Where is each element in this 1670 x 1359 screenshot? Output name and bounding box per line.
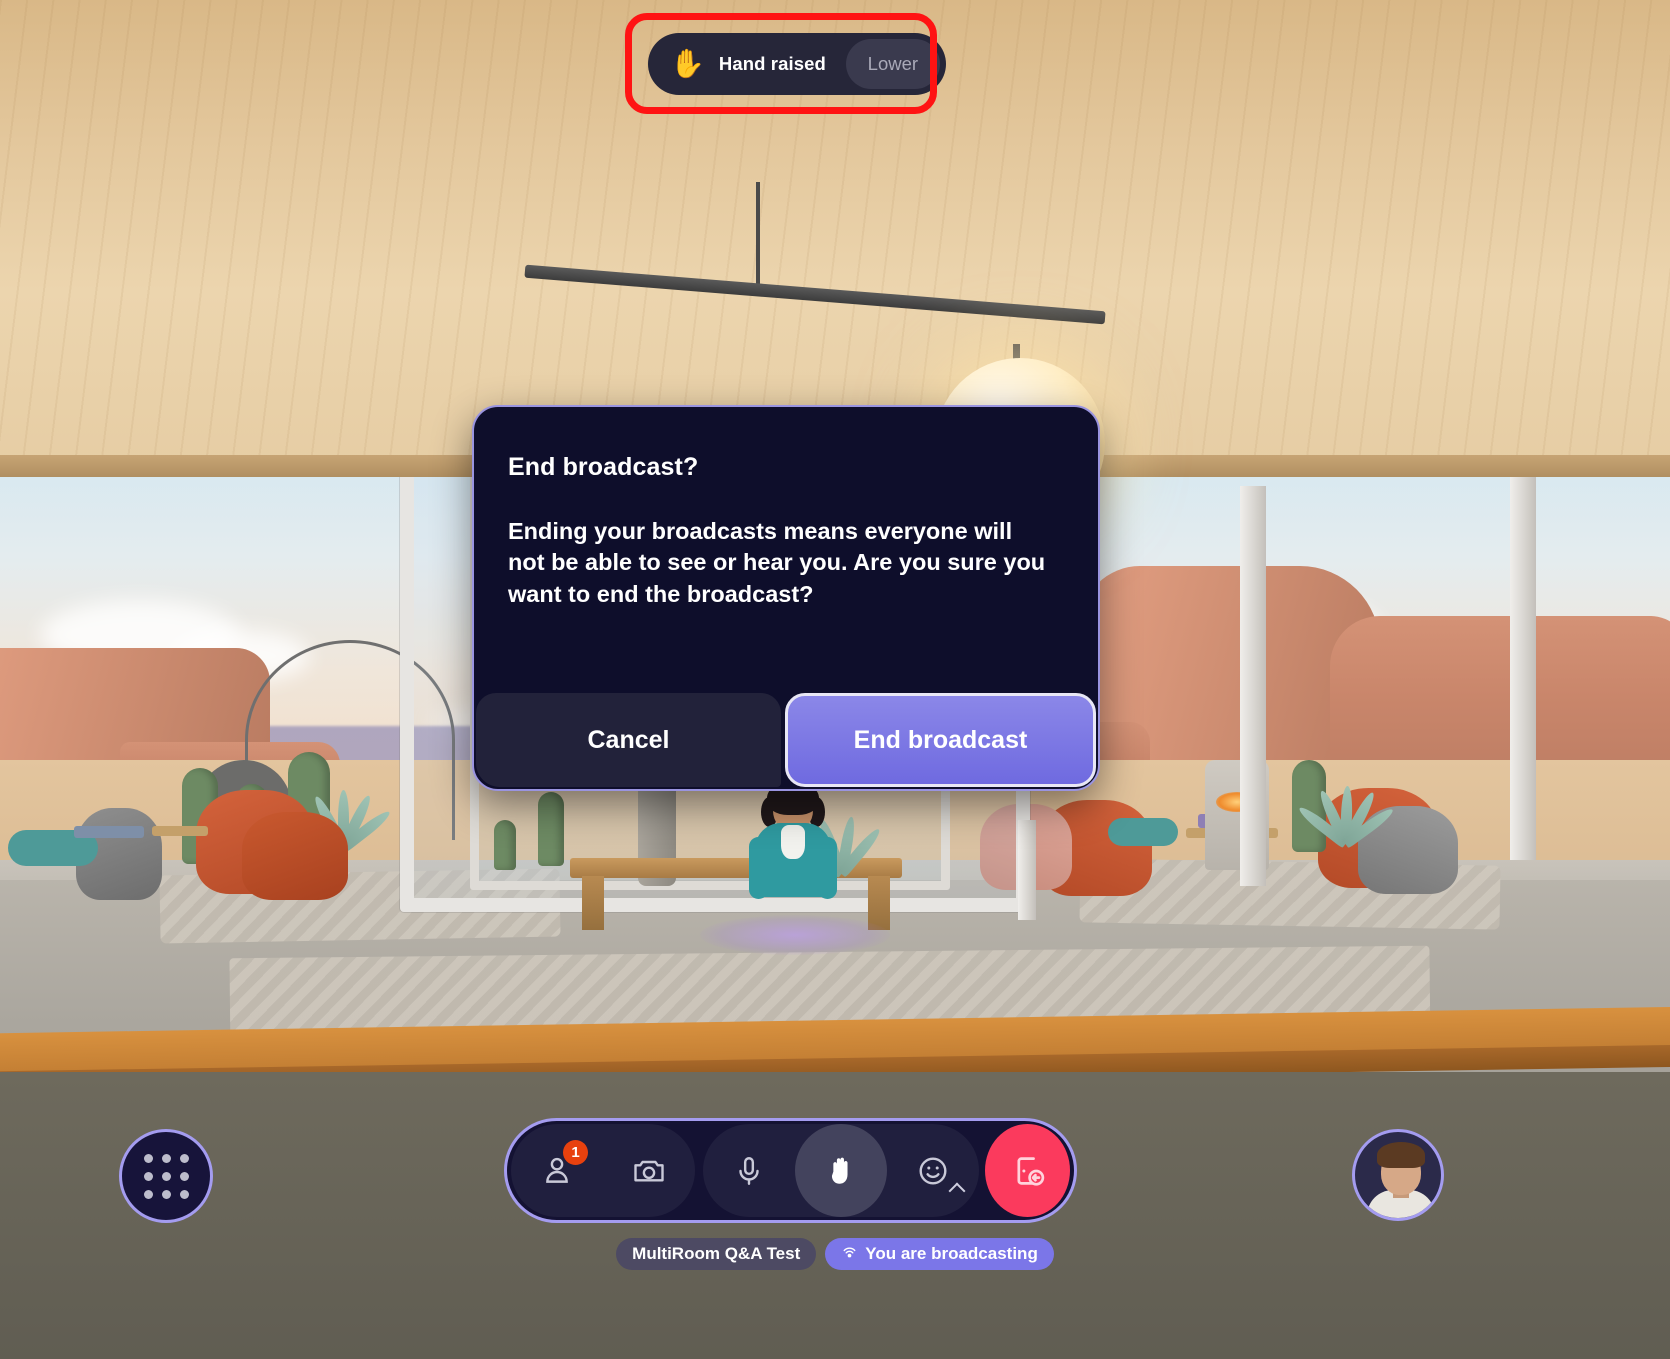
toolbar-group-presence [703,1124,980,1217]
ottoman [1108,818,1178,846]
camera-button[interactable] [603,1124,695,1217]
side-table [152,826,208,836]
microphone-icon [739,1156,759,1185]
reactions-button[interactable] [887,1124,979,1217]
cactus [494,820,516,870]
smiley-face-icon [919,1157,947,1184]
end-broadcast-dialog: End broadcast? Ending your broadcasts me… [472,405,1100,791]
lower-hand-button[interactable]: Lower [845,39,940,89]
dialog-message: Ending your broadcasts means everyone wi… [508,518,1046,607]
avatar-floor-glow [700,915,890,955]
vr-app-window: ✋ Hand raised Lower End broadcast? Endin… [0,0,1670,1359]
apps-grid-button[interactable] [119,1129,213,1223]
broadcast-icon [843,1247,856,1257]
chevron-up-icon [948,1182,966,1200]
bench-leg [868,876,890,930]
end-broadcast-button[interactable]: End broadcast [785,693,1096,787]
agave-plant [1296,785,1410,849]
avatar-hair [1377,1142,1425,1168]
pillar [1240,486,1266,886]
main-toolbar: 1 [504,1118,1077,1223]
room-name-label: MultiRoom Q&A Test [632,1244,801,1263]
armchair [242,812,348,900]
raised-hand-icon [832,1157,848,1184]
agave-plant [292,790,408,853]
raise-hand-button[interactable] [795,1124,888,1217]
dialog-title: End broadcast? [508,453,699,481]
book [74,826,144,838]
leave-room-button[interactable] [985,1124,1070,1217]
dialog-actions: Cancel End broadcast [474,693,1098,789]
dialog-body: End broadcast? Ending your broadcasts me… [474,407,1098,610]
microphone-button[interactable] [703,1124,795,1217]
pillar [1510,470,1536,860]
grid-dots-icon [143,1153,189,1199]
people-count-badge: 1 [563,1140,588,1165]
pillar [1018,820,1036,920]
camera-icon [634,1160,664,1181]
room-name-chip: MultiRoom Q&A Test [616,1238,817,1270]
seated-avatar [745,781,841,899]
cactus [1292,760,1326,852]
bench-leg [582,876,604,930]
agave-plant [793,815,906,879]
cactus [538,792,564,866]
hand-raised-banner: ✋ Hand raised Lower [648,33,946,95]
people-button[interactable]: 1 [511,1124,603,1217]
cancel-button[interactable]: Cancel [476,693,781,787]
status-bar: MultiRoom Q&A Test You are broadcasting [0,1238,1670,1270]
lamp-rod [756,182,760,294]
toolbar-group-media: 1 [511,1124,695,1217]
hand-raised-label: Hand raised [718,53,826,74]
self-avatar-button[interactable] [1352,1129,1444,1221]
broadcast-status-chip: You are broadcasting [825,1238,1054,1270]
raised-hand-icon: ✋ [670,48,705,79]
broadcast-status-label: You are broadcasting [865,1244,1038,1263]
leave-door-icon [1017,1156,1044,1186]
